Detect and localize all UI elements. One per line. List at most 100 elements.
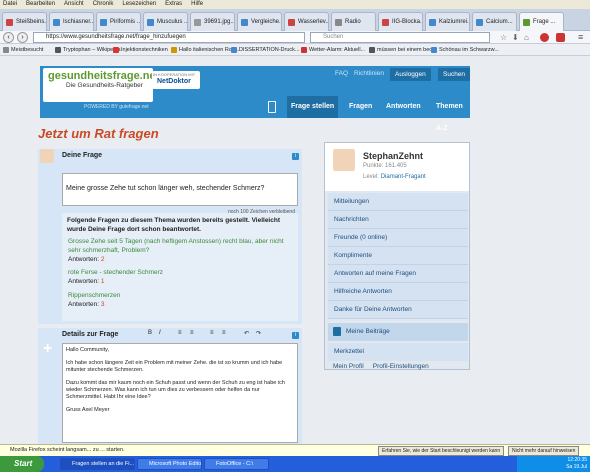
favicon-icon <box>301 47 307 53</box>
sidebar-item-beitraege[interactable]: Meine Beiträge <box>328 323 468 341</box>
bookmark-item[interactable]: Wetter-Alarm: Aktuell... <box>300 44 365 56</box>
bookmark-item[interactable]: müssen bei einem bec... <box>368 44 437 56</box>
browser-tab[interactable]: Kalziumrei... <box>425 12 470 31</box>
bookmark-item[interactable]: Injektionstechniken <box>112 44 168 56</box>
sidebar-item-mitteilungen[interactable]: Mitteilungen <box>328 193 468 211</box>
url-bar[interactable]: https://www.gesundheitsfrage.net/frage_h… <box>33 32 305 43</box>
avatar[interactable] <box>333 149 355 171</box>
username[interactable]: StephanZehnt <box>363 151 423 161</box>
similar-question-link[interactable]: Rippenschmerzen <box>68 291 294 300</box>
search-input[interactable]: Suchen <box>310 32 490 43</box>
menu-item[interactable]: Datei <box>3 0 17 9</box>
bookmark-item[interactable]: Tryptophan – Wikipedia <box>54 44 121 56</box>
dismiss-button[interactable]: Nicht mehr darauf hinweisen <box>508 446 580 456</box>
sidebar-item-nachrichten[interactable]: Nachrichten <box>328 211 468 229</box>
partner-logo[interactable]: NetDoktor <box>157 78 191 85</box>
sidebar-item-danke[interactable]: Danke für Deine Antworten <box>328 301 468 319</box>
browser-tab[interactable]: Wasserlev... <box>284 12 329 31</box>
info-icon[interactable]: i <box>292 332 299 339</box>
sidebar-item-komplimente[interactable]: Komplimente <box>328 247 468 265</box>
sidebar-item-merkzettel[interactable]: Merkzettel <box>328 343 468 361</box>
taskbar-item[interactable]: FotoOffice - C:\ <box>204 458 269 470</box>
menu-item[interactable]: Lesezeichen <box>122 0 156 9</box>
clock-date: Sa 19.Jul <box>566 464 587 470</box>
my-profile-link[interactable]: Mein Profil <box>333 363 364 370</box>
nav-frage-stellen[interactable]: Frage stellen <box>287 96 339 118</box>
header-search-button[interactable]: Suchen <box>438 68 471 81</box>
menu-icon[interactable]: ≡ <box>578 32 583 42</box>
page-title: Jetzt um Rat fragen <box>38 126 159 141</box>
bookmark-item[interactable]: Schönau im Schwarzw... <box>430 44 499 56</box>
notification-bar: Mozilla Firefox scheint langsam... zu ..… <box>0 444 590 456</box>
bookmark-item[interactable]: Meistbesucht <box>2 44 43 56</box>
sidebar-item-freunde[interactable]: Freunde (0 online) <box>328 229 468 247</box>
redo-button[interactable]: ↷ <box>256 330 261 337</box>
faq-link[interactable]: FAQ <box>335 70 348 77</box>
menu-item[interactable]: Extras <box>165 0 182 9</box>
notification-text: Mozilla Firefox scheint langsam... zu ..… <box>10 447 125 453</box>
favicon-icon <box>429 19 436 26</box>
taskbar-item[interactable]: Microsoft Photo Edito... <box>137 458 202 470</box>
browser-tab[interactable]: Ischiasner... <box>49 12 94 31</box>
numbered-list-button[interactable]: ≡ <box>222 330 226 336</box>
similar-question-link[interactable]: Grosse Zehe seit 5 Tagen (nach heftigem … <box>68 237 294 255</box>
profile-settings-link[interactable]: Profil-Einstellungen <box>373 363 429 370</box>
bookmark-item[interactable]: DISSERTATION-Druck... <box>230 44 300 56</box>
menu-item[interactable]: Ansicht <box>64 0 84 9</box>
info-icon[interactable]: i <box>292 153 299 160</box>
similar-question-link[interactable]: rote Ferse - stechender Schmerz <box>68 268 294 277</box>
question-label: Deine Frage <box>62 152 103 159</box>
tab-label: Kalziumrei... <box>439 19 470 25</box>
start-button[interactable]: Start <box>0 456 44 472</box>
mobile-icon[interactable] <box>268 101 276 113</box>
italic-button[interactable]: I <box>159 330 161 336</box>
sidebar-item-hilfreiche[interactable]: Hilfreiche Antworten <box>328 283 468 301</box>
bookmark-label: Injektionstechniken <box>121 47 168 53</box>
browser-tab[interactable]: Radio <box>331 12 376 31</box>
site-logo[interactable]: gesundheitsfrage.net <box>48 70 159 82</box>
forward-button[interactable]: › <box>17 32 28 43</box>
question-input[interactable]: Meine grosse Zehe tut schon länger weh, … <box>62 173 298 206</box>
tab-label: Frage ... <box>533 19 556 25</box>
star-icon[interactable]: ☆ <box>500 33 507 42</box>
nav-themen[interactable]: Themen A-Z <box>432 96 470 132</box>
back-button[interactable]: ‹ <box>3 32 14 43</box>
learn-more-button[interactable]: Erfahren Sie, wie der Start beschleunigt… <box>378 446 505 456</box>
tab-label: Steißbeins... <box>16 19 47 25</box>
favicon-icon <box>6 19 13 26</box>
editor-paragraph: Ich habe schon längere Zeit ein Problem … <box>66 360 283 373</box>
download-icon[interactable]: ⬇ <box>512 33 519 42</box>
bookmark-label: müssen bei einem bec... <box>377 47 437 53</box>
browser-tab[interactable]: Calcium... <box>472 12 517 31</box>
undo-button[interactable]: ↶ <box>244 330 249 337</box>
details-editor[interactable]: Hallo Community, Ich habe schon längere … <box>62 343 298 443</box>
points: Punkte: 161.405 <box>363 163 407 169</box>
logout-button[interactable]: Ausloggen <box>390 68 431 81</box>
tab-label: Ischiasner... <box>63 19 94 25</box>
browser-tab[interactable]: 39691.jpg... <box>190 12 235 31</box>
browser-tab[interactable]: Vergleiche... <box>237 12 282 31</box>
browser-tab[interactable]: Frage ... <box>519 12 564 32</box>
site-tagline: Die Gesundheits-Ratgeber <box>66 82 143 89</box>
list-button[interactable]: ≡ <box>210 330 214 336</box>
sidebar-item-antworten[interactable]: Antworten auf meine Fragen <box>328 265 468 283</box>
home-icon[interactable]: ⌂ <box>524 33 529 42</box>
guidelines-link[interactable]: Richtlinien <box>354 70 384 77</box>
editor-toolbar: B I ≡ ≡ ≡ ≡ ↶ ↷ <box>148 330 298 340</box>
nav-antworten[interactable]: Antworten <box>382 96 425 118</box>
align-center-button[interactable]: ≡ <box>190 330 194 336</box>
menu-item[interactable]: Bearbeiten <box>26 0 55 9</box>
bookmark-label: Schönau im Schwarzw... <box>439 47 499 53</box>
bold-button[interactable]: B <box>148 330 152 336</box>
browser-tab[interactable]: Musculus ... <box>143 12 188 31</box>
addon-icon[interactable] <box>540 33 549 42</box>
taskbar-item[interactable]: Fragen stellen an die Fi... <box>60 458 135 470</box>
browser-tab[interactable]: Piriformis ... <box>96 12 141 31</box>
addon-icon[interactable] <box>556 33 565 42</box>
menu-item[interactable]: Chronik <box>93 0 114 9</box>
nav-fragen[interactable]: Fragen <box>345 96 376 118</box>
align-left-button[interactable]: ≡ <box>178 330 182 336</box>
browser-tab[interactable]: Steißbeins... <box>2 12 47 31</box>
menu-item[interactable]: Hilfe <box>191 0 203 9</box>
browser-tab[interactable]: IIG-Blocka... <box>378 12 423 31</box>
